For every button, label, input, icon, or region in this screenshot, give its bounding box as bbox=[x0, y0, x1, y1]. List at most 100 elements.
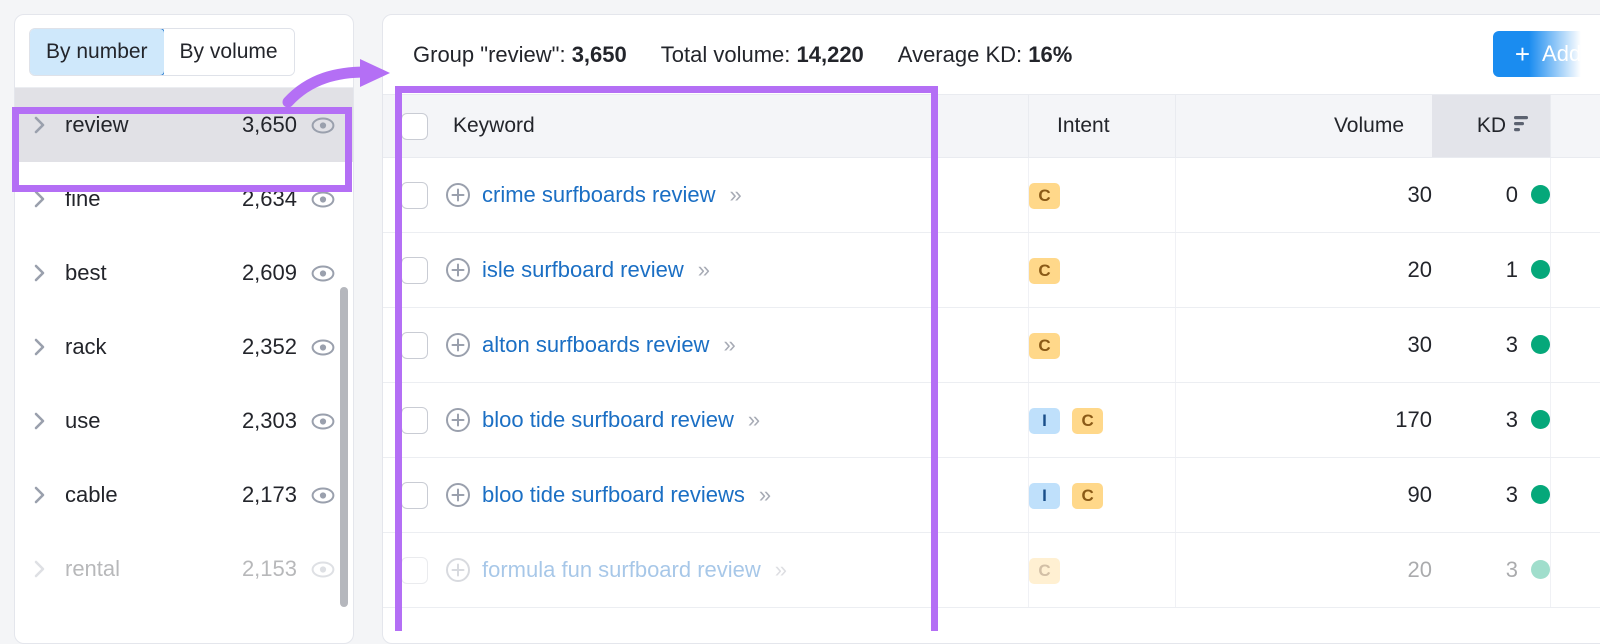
kd-difficulty-dot bbox=[1531, 410, 1550, 429]
intent-column-header[interactable]: Intent bbox=[1029, 95, 1176, 158]
kd-column-header[interactable]: KD bbox=[1432, 95, 1551, 158]
select-all-checkbox[interactable] bbox=[401, 113, 428, 140]
group-row-review[interactable]: review 3,650 bbox=[15, 88, 353, 162]
chevron-right-icon[interactable] bbox=[29, 115, 51, 135]
chevron-right-icon[interactable] bbox=[29, 559, 51, 579]
sort-segmented-control[interactable]: By number By volume bbox=[29, 28, 295, 76]
cpc-column-header[interactable]: CPC (U... bbox=[1551, 95, 1600, 158]
kd-value: 3 bbox=[1506, 332, 1518, 357]
double-chevron-icon[interactable]: » bbox=[759, 484, 769, 506]
double-chevron-icon[interactable]: » bbox=[748, 409, 758, 431]
table-row[interactable]: formula fun surfboard review » C 20 3 18… bbox=[383, 533, 1600, 608]
intent-badge-commercial[interactable]: C bbox=[1029, 258, 1060, 285]
sort-by-number-button[interactable]: By number bbox=[29, 28, 165, 76]
group-row-rental[interactable]: rental 2,153 bbox=[15, 532, 353, 606]
eye-icon[interactable] bbox=[311, 413, 335, 430]
table-row[interactable]: bloo tide surfboard reviews » I C 90 3 0… bbox=[383, 458, 1600, 533]
volume-column-header[interactable]: Volume bbox=[1176, 95, 1433, 158]
keyword-link[interactable]: bloo tide surfboard reviews bbox=[482, 482, 745, 508]
table-row[interactable]: alton surfboards review » C 30 3 0.00 bbox=[383, 308, 1600, 383]
eye-icon[interactable] bbox=[311, 487, 335, 504]
keyword-column-header[interactable]: Keyword bbox=[445, 95, 1029, 158]
keyword-cell: bloo tide surfboard reviews » bbox=[445, 458, 1029, 533]
keyword-link[interactable]: isle surfboard review bbox=[482, 257, 684, 283]
eye-icon[interactable] bbox=[311, 265, 335, 282]
group-count: 2,609 bbox=[242, 260, 311, 286]
add-keyword-icon[interactable] bbox=[445, 182, 471, 208]
group-row-fine[interactable]: fine 2,634 bbox=[15, 162, 353, 236]
table-summary-header: Group "review": 3,650 Total volume: 14,2… bbox=[383, 15, 1600, 94]
keyword-table-panel: Group "review": 3,650 Total volume: 14,2… bbox=[382, 14, 1600, 644]
eye-icon[interactable] bbox=[311, 117, 335, 134]
stat-group-value: 3,650 bbox=[572, 42, 627, 67]
add-keyword-icon[interactable] bbox=[445, 482, 471, 508]
sort-by-volume-button[interactable]: By volume bbox=[164, 29, 294, 75]
table-row[interactable]: crime surfboards review » C 30 0 0.00 bbox=[383, 158, 1600, 233]
double-chevron-icon[interactable]: » bbox=[775, 559, 785, 581]
keyword-link[interactable]: formula fun surfboard review bbox=[482, 557, 761, 583]
intent-cell: C bbox=[1029, 308, 1176, 383]
row-checkbox[interactable] bbox=[401, 407, 428, 434]
cpc-cell: 0.00 bbox=[1551, 383, 1600, 458]
keyword-cell: crime surfboards review » bbox=[445, 158, 1029, 233]
table-row[interactable]: isle surfboard review » C 20 1 12.31 bbox=[383, 233, 1600, 308]
group-count: 3,650 bbox=[242, 112, 311, 138]
row-checkbox[interactable] bbox=[401, 482, 428, 509]
group-row-cable[interactable]: cable 2,173 bbox=[15, 458, 353, 532]
volume-cell: 20 bbox=[1176, 233, 1433, 308]
add-to-keyword-list-button[interactable]: + Add to ke bbox=[1493, 31, 1600, 77]
stat-total-volume-value: 14,220 bbox=[797, 42, 864, 67]
chevron-right-icon[interactable] bbox=[29, 485, 51, 505]
eye-icon[interactable] bbox=[311, 339, 335, 356]
volume-cell: 20 bbox=[1176, 533, 1433, 608]
row-checkbox[interactable] bbox=[401, 257, 428, 284]
intent-badge-commercial[interactable]: C bbox=[1072, 483, 1103, 510]
intent-badge-commercial[interactable]: C bbox=[1029, 558, 1060, 585]
chevron-right-icon[interactable] bbox=[29, 189, 51, 209]
table-row[interactable]: bloo tide surfboard review » I C 170 3 0… bbox=[383, 383, 1600, 458]
keyword-link[interactable]: alton surfboards review bbox=[482, 332, 709, 358]
eye-icon[interactable] bbox=[311, 191, 335, 208]
group-row-best[interactable]: best 2,609 bbox=[15, 236, 353, 310]
volume-cell: 30 bbox=[1176, 308, 1433, 383]
double-chevron-icon[interactable]: » bbox=[698, 259, 708, 281]
row-checkbox[interactable] bbox=[401, 182, 428, 209]
intent-badge-commercial[interactable]: C bbox=[1072, 408, 1103, 435]
row-checkbox[interactable] bbox=[401, 332, 428, 359]
sort-descending-icon[interactable] bbox=[1510, 113, 1532, 139]
add-keyword-icon[interactable] bbox=[445, 257, 471, 283]
group-row-use[interactable]: use 2,303 bbox=[15, 384, 353, 458]
intent-badge-informational[interactable]: I bbox=[1029, 408, 1060, 435]
chevron-right-icon[interactable] bbox=[29, 263, 51, 283]
eye-icon[interactable] bbox=[311, 561, 335, 578]
keyword-groups-panel: By number By volume review 3,650 fine 2,… bbox=[14, 14, 354, 644]
chevron-right-icon[interactable] bbox=[29, 411, 51, 431]
cpc-cell: 18.53 bbox=[1551, 533, 1600, 608]
add-keyword-icon[interactable] bbox=[445, 557, 471, 583]
intent-badge-commercial[interactable]: C bbox=[1029, 183, 1060, 210]
group-name: rental bbox=[51, 556, 242, 582]
chevron-right-icon[interactable] bbox=[29, 337, 51, 357]
keyword-link[interactable]: crime surfboards review bbox=[482, 182, 716, 208]
kd-cell: 3 bbox=[1432, 383, 1551, 458]
stat-group: Group "review": 3,650 bbox=[413, 42, 627, 68]
row-select-cell bbox=[383, 158, 445, 233]
cpc-cell: 12.31 bbox=[1551, 233, 1600, 308]
intent-cell: C bbox=[1029, 233, 1176, 308]
group-list: review 3,650 fine 2,634 best 2,609 bbox=[15, 88, 353, 606]
keyword-table-body: crime surfboards review » C 30 0 0.00 bbox=[383, 158, 1600, 608]
row-checkbox[interactable] bbox=[401, 557, 428, 584]
stat-total-volume: Total volume: 14,220 bbox=[661, 42, 864, 68]
sidebar-scrollbar-thumb[interactable] bbox=[340, 287, 348, 607]
sort-toggle-container: By number By volume bbox=[15, 15, 353, 87]
double-chevron-icon[interactable]: » bbox=[730, 184, 740, 206]
intent-badge-commercial[interactable]: C bbox=[1029, 333, 1060, 360]
table-header-row: Keyword Intent Volume KD bbox=[383, 95, 1600, 158]
add-keyword-icon[interactable] bbox=[445, 332, 471, 358]
double-chevron-icon[interactable]: » bbox=[723, 334, 733, 356]
intent-badge-informational[interactable]: I bbox=[1029, 483, 1060, 510]
group-count: 2,153 bbox=[242, 556, 311, 582]
group-row-rack[interactable]: rack 2,352 bbox=[15, 310, 353, 384]
keyword-link[interactable]: bloo tide surfboard review bbox=[482, 407, 734, 433]
add-keyword-icon[interactable] bbox=[445, 407, 471, 433]
